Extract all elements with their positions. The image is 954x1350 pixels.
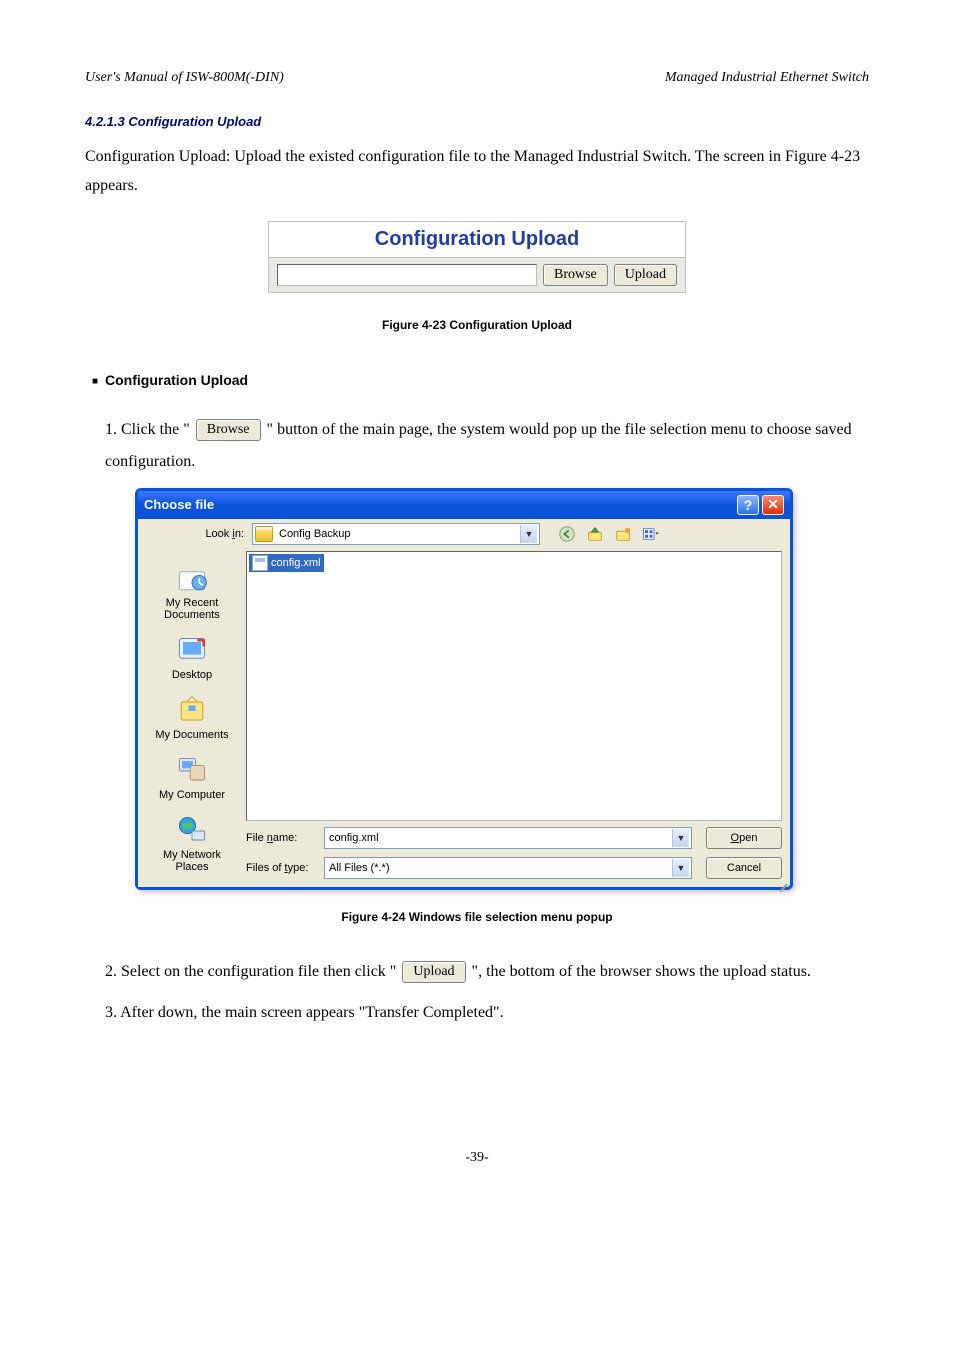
lookin-label: Look in: bbox=[146, 528, 252, 540]
upload-button-inline[interactable]: Upload bbox=[402, 961, 465, 983]
file-list-area[interactable]: config.xml bbox=[246, 551, 782, 821]
new-folder-icon[interactable] bbox=[612, 523, 634, 545]
file-name: config.xml bbox=[271, 557, 321, 569]
filename-combo[interactable]: config.xml ▼ bbox=[324, 827, 692, 849]
upload-button[interactable]: Upload bbox=[614, 264, 677, 286]
intro-text: Configuration Upload: Upload the existed… bbox=[85, 143, 869, 201]
lookin-combo[interactable]: Config Backup ▼ bbox=[252, 523, 540, 545]
lookin-value: Config Backup bbox=[277, 528, 520, 540]
choose-file-dialog: Choose file ? ✕ Look in: Config Backup ▼ bbox=[135, 488, 793, 890]
page-number: -39- bbox=[85, 1150, 869, 1166]
config-upload-panel: Configuration Upload Browse Upload bbox=[268, 221, 686, 293]
view-menu-icon[interactable] bbox=[640, 523, 662, 545]
filetype-value: All Files (*.*) bbox=[327, 862, 672, 874]
place-network[interactable]: My Network Places bbox=[136, 809, 248, 881]
step3: 3. After down, the main screen appears "… bbox=[105, 995, 869, 1030]
config-file-path-input[interactable] bbox=[277, 264, 537, 286]
filename-label: File name: bbox=[246, 832, 324, 844]
file-icon bbox=[252, 555, 268, 571]
config-upload-title: Configuration Upload bbox=[269, 222, 685, 258]
bullet-icon: ■ bbox=[85, 372, 105, 392]
help-icon[interactable]: ? bbox=[737, 495, 759, 515]
filetype-combo[interactable]: All Files (*.*) ▼ bbox=[324, 857, 692, 879]
browse-button-inline[interactable]: Browse bbox=[196, 419, 261, 441]
step2-pre: 2. Select on the configuration file then… bbox=[105, 963, 396, 980]
filetype-label: Files of type: bbox=[246, 862, 324, 874]
dialog-title: Choose file bbox=[144, 497, 214, 512]
header-right: Managed Industrial Ethernet Switch bbox=[665, 70, 869, 86]
step2-post: ", the bottom of the browser shows the u… bbox=[472, 963, 811, 980]
place-mycomputer[interactable]: My Computer bbox=[136, 749, 248, 809]
header-left: User's Manual of ISW-800M(-DIN) bbox=[85, 70, 284, 86]
figure-23-caption: Figure 4-23 Configuration Upload bbox=[85, 318, 869, 332]
folder-icon bbox=[255, 526, 273, 542]
close-icon[interactable]: ✕ bbox=[762, 495, 784, 515]
open-button[interactable]: Open bbox=[706, 827, 782, 849]
place-mydocs[interactable]: My Documents bbox=[136, 689, 248, 749]
bullet-config-upload: Configuration Upload bbox=[105, 372, 869, 392]
section-title: 4.2.1.3 Configuration Upload bbox=[85, 114, 869, 129]
cancel-button[interactable]: Cancel bbox=[706, 857, 782, 879]
figure-24-caption: Figure 4-24 Windows file selection menu … bbox=[85, 910, 869, 924]
places-bar: My Recent Documents Desktop My Documents… bbox=[138, 551, 246, 887]
up-one-level-icon[interactable] bbox=[584, 523, 606, 545]
chevron-down-icon[interactable]: ▼ bbox=[520, 525, 537, 543]
chevron-down-icon[interactable]: ▼ bbox=[672, 859, 689, 877]
chevron-down-icon[interactable]: ▼ bbox=[672, 829, 689, 847]
place-desktop[interactable]: Desktop bbox=[136, 629, 248, 689]
file-item-selected[interactable]: config.xml bbox=[249, 554, 324, 572]
browse-button[interactable]: Browse bbox=[543, 264, 608, 286]
step1-pre: 1. Click the " bbox=[105, 421, 190, 438]
filename-value: config.xml bbox=[327, 832, 672, 844]
resize-grip-icon[interactable] bbox=[774, 871, 788, 885]
place-recent[interactable]: My Recent Documents bbox=[136, 557, 248, 629]
back-icon[interactable] bbox=[556, 523, 578, 545]
dialog-titlebar: Choose file ? ✕ bbox=[138, 491, 790, 519]
